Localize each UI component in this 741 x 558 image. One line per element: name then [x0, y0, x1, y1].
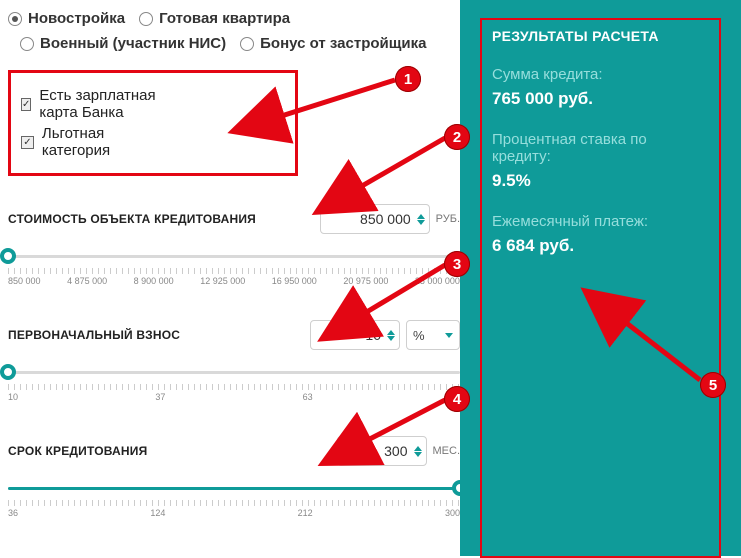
- radio-icon: [139, 12, 153, 26]
- term-input[interactable]: 300: [337, 436, 427, 466]
- check-salary-card[interactable]: ✓ Есть зарплатная карта Банка: [21, 87, 175, 121]
- down-label: ПЕРВОНАЧАЛЬНЫЙ ВЗНОС: [8, 328, 304, 342]
- cost-group: СТОИМОСТЬ ОБЪЕКТА КРЕДИТОВАНИЯ 850 000 Р…: [8, 204, 460, 292]
- slider-thumb[interactable]: [0, 364, 16, 380]
- cost-value: 850 000: [331, 211, 411, 227]
- down-value: 10: [321, 327, 381, 343]
- term-label: СРОК КРЕДИТОВАНИЯ: [8, 444, 331, 458]
- payment-label: Ежемесячный платеж:: [492, 213, 709, 230]
- down-ticks: 10 37 63 90: [8, 384, 460, 408]
- checkbox-icon: ✓: [21, 136, 34, 149]
- checkbox-icon: ✓: [21, 98, 31, 111]
- cost-input[interactable]: 850 000: [320, 204, 430, 234]
- term-unit: МЕС.: [433, 445, 461, 457]
- check-privileged[interactable]: ✓ Льготная категория: [21, 125, 175, 159]
- amount-value: 765 000 руб.: [492, 89, 709, 109]
- amount-label: Сумма кредита:: [492, 66, 709, 83]
- cost-slider[interactable]: [8, 248, 460, 264]
- chevron-down-icon: [445, 333, 453, 338]
- results-panel: РЕЗУЛЬТАТЫ РАСЧЕТА Сумма кредита: 765 00…: [460, 0, 741, 556]
- check-label: Льготная категория: [42, 125, 175, 159]
- spin-up-icon[interactable]: [387, 330, 395, 335]
- results-box: РЕЗУЛЬТАТЫ РАСЧЕТА Сумма кредита: 765 00…: [480, 18, 721, 558]
- spin-down-icon[interactable]: [417, 220, 425, 225]
- radio-label: Бонус от застройщика: [260, 35, 426, 52]
- down-slider[interactable]: [8, 364, 460, 380]
- cost-label: СТОИМОСТЬ ОБЪЕКТА КРЕДИТОВАНИЯ: [8, 212, 314, 226]
- term-group: СРОК КРЕДИТОВАНИЯ 300 МЕС. 36 124 212: [8, 436, 460, 524]
- term-slider[interactable]: [8, 480, 460, 496]
- rate-label: Процентная ставка по кредиту:: [492, 131, 709, 165]
- property-type-row: Новостройка Готовая квартира: [8, 10, 460, 27]
- radio-label: Готовая квартира: [159, 10, 290, 27]
- radio-military[interactable]: Военный (участник НИС): [20, 35, 226, 52]
- down-unit: %: [413, 328, 425, 343]
- radio-icon: [20, 37, 34, 51]
- check-label: Есть зарплатная карта Банка: [39, 87, 175, 121]
- radio-icon: [240, 37, 254, 51]
- slider-thumb[interactable]: [0, 248, 16, 264]
- radio-label: Новостройка: [28, 10, 125, 27]
- cost-ticks: 850 000 4 875 000 8 900 000 12 925 000 1…: [8, 268, 460, 292]
- spin-up-icon[interactable]: [417, 214, 425, 219]
- cost-unit: РУБ.: [436, 213, 460, 225]
- rate-value: 9.5%: [492, 171, 709, 191]
- spin-down-icon[interactable]: [414, 452, 422, 457]
- term-value: 300: [348, 443, 408, 459]
- radio-new-build[interactable]: Новостройка: [8, 10, 125, 27]
- down-input[interactable]: 10: [310, 320, 400, 350]
- term-ticks: 36 124 212 300: [8, 500, 460, 524]
- spin-down-icon[interactable]: [387, 336, 395, 341]
- options-group: ✓ Есть зарплатная карта Банка ✓ Льготная…: [8, 70, 298, 176]
- down-unit-select[interactable]: %: [406, 320, 460, 350]
- radio-icon: [8, 12, 22, 26]
- radio-bonus[interactable]: Бонус от застройщика: [240, 35, 426, 52]
- results-title: РЕЗУЛЬТАТЫ РАСЧЕТА: [492, 28, 709, 44]
- radio-label: Военный (участник НИС): [40, 35, 226, 52]
- payment-value: 6 684 руб.: [492, 236, 709, 256]
- spin-up-icon[interactable]: [414, 446, 422, 451]
- radio-ready-flat[interactable]: Готовая квартира: [139, 10, 290, 27]
- program-row: Военный (участник НИС) Бонус от застройщ…: [8, 35, 460, 52]
- down-group: ПЕРВОНАЧАЛЬНЫЙ ВЗНОС 10 %: [8, 320, 460, 408]
